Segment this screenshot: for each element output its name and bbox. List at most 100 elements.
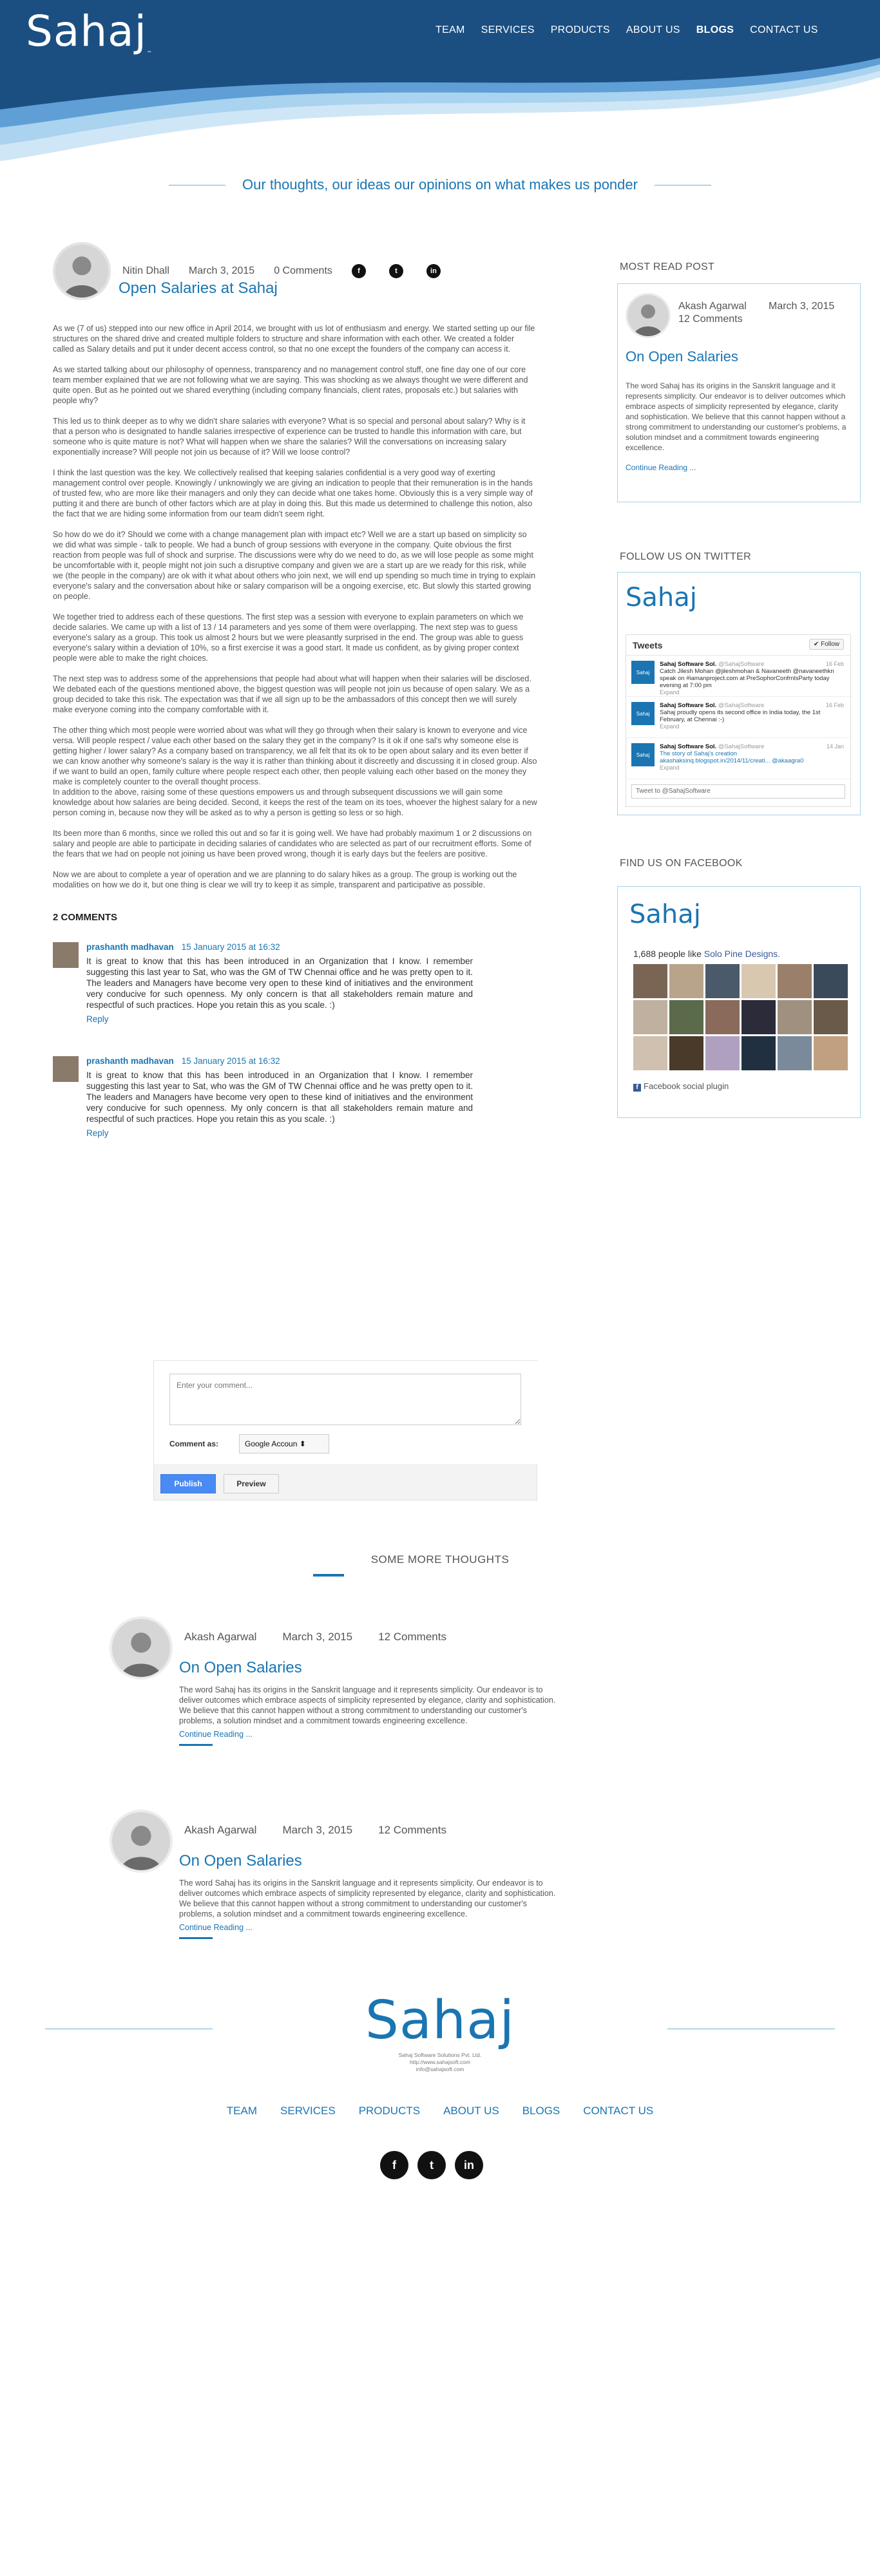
tweet-handle[interactable]: @SahajSoftware <box>718 661 764 668</box>
facebook-fans-grid <box>633 964 848 1070</box>
reply-link[interactable]: Reply <box>86 1128 109 1138</box>
comment-date[interactable]: 15 January 2015 at 16:32 <box>182 942 280 952</box>
nav-about-us[interactable]: ABOUT US <box>626 24 680 36</box>
thought-date: March 3, 2015 <box>282 1631 353 1643</box>
tweet-expand-link[interactable]: Expand <box>660 723 680 730</box>
tweet-expand-link[interactable]: Expand <box>660 689 680 696</box>
tweet-handle[interactable]: @SahajSoftware <box>718 743 764 750</box>
facebook-plugin-label[interactable]: f Facebook social plugin <box>633 1081 729 1092</box>
thought-author[interactable]: Akash Agarwal <box>184 1824 256 1837</box>
fan-photo[interactable] <box>705 964 740 998</box>
publish-button[interactable]: Publish <box>160 1474 216 1493</box>
comment-date[interactable]: 15 January 2015 at 16:32 <box>182 1056 280 1066</box>
comment-text: It is great to know that this has been i… <box>86 1070 473 1124</box>
article-paragraph: This led us to think deeper as to why we… <box>53 417 526 457</box>
tweet-avatar[interactable]: Sahaj <box>631 661 655 684</box>
person-silhouette-icon <box>112 1619 170 1677</box>
commenter-avatar[interactable] <box>53 1056 79 1082</box>
facebook-page-link[interactable]: Solo Pine Designs. <box>704 949 780 959</box>
most-read-title[interactable]: On Open Salaries <box>626 348 738 365</box>
tweet-avatar[interactable]: Sahaj <box>631 702 655 725</box>
thought-title[interactable]: On Open Salaries <box>179 1659 302 1677</box>
reply-link[interactable]: Reply <box>86 1014 109 1024</box>
footer-company-name: Sahaj Software Solutions Pvt. Ltd. <box>398 2052 482 2058</box>
footer-email[interactable]: info@sahajsoft.com <box>0 2066 880 2073</box>
tweet-author[interactable]: Sahaj Software Sol. <box>660 743 716 750</box>
thought-card: Akash Agarwal March 3, 2015 12 Comments … <box>110 1616 580 1765</box>
thought-title[interactable]: On Open Salaries <box>179 1852 302 1870</box>
most-read-comments[interactable]: 12 Comments <box>678 314 743 325</box>
footer-nav-about-us[interactable]: ABOUT US <box>443 2105 499 2117</box>
tweet-avatar[interactable]: Sahaj <box>631 743 655 766</box>
footer-nav-products[interactable]: PRODUCTS <box>359 2105 420 2117</box>
fan-photo[interactable] <box>669 1000 703 1034</box>
comment-author[interactable]: prashanth madhavan <box>86 1056 174 1066</box>
thought-continue-link[interactable]: Continue Reading ... <box>179 1730 253 1739</box>
thought-comments[interactable]: 12 Comments <box>378 1631 446 1643</box>
tweet-expand-link[interactable]: Expand <box>660 764 680 771</box>
tweet-author[interactable]: Sahaj Software Sol. <box>660 702 716 709</box>
linkedin-icon[interactable]: in <box>426 264 441 278</box>
fan-photo[interactable] <box>741 964 776 998</box>
thought-comments[interactable]: 12 Comments <box>378 1824 446 1837</box>
footer-nav-services[interactable]: SERVICES <box>280 2105 336 2117</box>
fan-photo[interactable] <box>814 1000 848 1034</box>
fan-photo[interactable] <box>705 1036 740 1070</box>
nav-services[interactable]: SERVICES <box>481 24 535 36</box>
twitter-icon[interactable]: t <box>388 264 403 278</box>
follow-label: Follow <box>821 641 839 648</box>
article-paragraph: As we (7 of us) stepped into our new off… <box>53 324 535 354</box>
footer-logo[interactable]: Sahaj <box>348 1990 532 2051</box>
tweet-date[interactable]: 16 Feb <box>826 702 844 708</box>
tweet-text: Sahaj proudly opens its second office in… <box>660 709 821 723</box>
fan-photo[interactable] <box>741 1000 776 1034</box>
tweet-date[interactable]: 14 Jan <box>827 743 844 750</box>
fan-photo[interactable] <box>705 1000 740 1034</box>
account-select[interactable]: Google Accoun ⬍ <box>239 1434 329 1454</box>
nav-team[interactable]: TEAM <box>435 24 465 36</box>
follow-button[interactable]: ✔ Follow <box>808 639 844 650</box>
preview-button[interactable]: Preview <box>224 1474 279 1493</box>
fan-photo[interactable] <box>814 964 848 998</box>
footer-nav-team[interactable]: TEAM <box>227 2105 257 2117</box>
fan-photo[interactable] <box>633 1036 667 1070</box>
comment-form-panel: Comment as: Google Accoun ⬍ <box>154 1361 538 1464</box>
fan-photo[interactable] <box>669 964 703 998</box>
comment-author[interactable]: prashanth madhavan <box>86 942 174 952</box>
nav-products[interactable]: PRODUCTS <box>551 24 610 36</box>
article-comments-count[interactable]: 0 Comments <box>274 265 332 277</box>
article-body: As we (7 of us) stepped into our new off… <box>53 323 537 890</box>
thought-author[interactable]: Akash Agarwal <box>184 1631 256 1643</box>
footer-nav-blogs[interactable]: BLOGS <box>522 2105 560 2117</box>
twitter-icon[interactable]: t <box>417 2151 446 2179</box>
tweet-handle[interactable]: @SahajSoftware <box>718 702 764 709</box>
linkedin-icon[interactable]: in <box>455 2151 483 2179</box>
tweet-author[interactable]: Sahaj Software Sol. <box>660 661 716 668</box>
nav-contact-us[interactable]: CONTACT US <box>750 24 818 36</box>
footer-nav-contact-us[interactable]: CONTACT US <box>583 2105 653 2117</box>
fan-photo[interactable] <box>633 1000 667 1034</box>
tweet-to-input[interactable]: Tweet to @SahajSoftware <box>631 784 845 799</box>
fan-photo[interactable] <box>778 1000 812 1034</box>
facebook-icon[interactable]: f <box>380 2151 408 2179</box>
facebook-icon[interactable]: f <box>351 264 366 278</box>
comment: prashanth madhavan 15 January 2015 at 16… <box>53 1056 540 1139</box>
thought-continue-link[interactable]: Continue Reading ... <box>179 1923 253 1932</box>
fan-photo[interactable] <box>814 1036 848 1070</box>
comment-textarea[interactable] <box>169 1374 521 1425</box>
fan-photo[interactable] <box>741 1036 776 1070</box>
article-meta: Nitin Dhall March 3, 2015 0 Comments f t… <box>122 264 460 278</box>
site-logo[interactable]: Sahaj™ <box>26 6 153 56</box>
footer-website[interactable]: http://www.sahajsoft.com <box>0 2059 880 2066</box>
fan-photo[interactable] <box>778 964 812 998</box>
fan-photo[interactable] <box>778 1036 812 1070</box>
fan-photo[interactable] <box>633 964 667 998</box>
article-author[interactable]: Nitin Dhall <box>122 265 169 277</box>
most-read-date: March 3, 2015 <box>769 301 835 312</box>
fan-photo[interactable] <box>669 1036 703 1070</box>
commenter-avatar[interactable] <box>53 942 79 968</box>
most-read-continue-link[interactable]: Continue Reading ... <box>626 463 696 472</box>
tweet-date[interactable]: 16 Feb <box>826 661 844 667</box>
most-read-author[interactable]: Akash Agarwal <box>678 301 747 312</box>
nav-blogs[interactable]: BLOGS <box>696 24 734 36</box>
